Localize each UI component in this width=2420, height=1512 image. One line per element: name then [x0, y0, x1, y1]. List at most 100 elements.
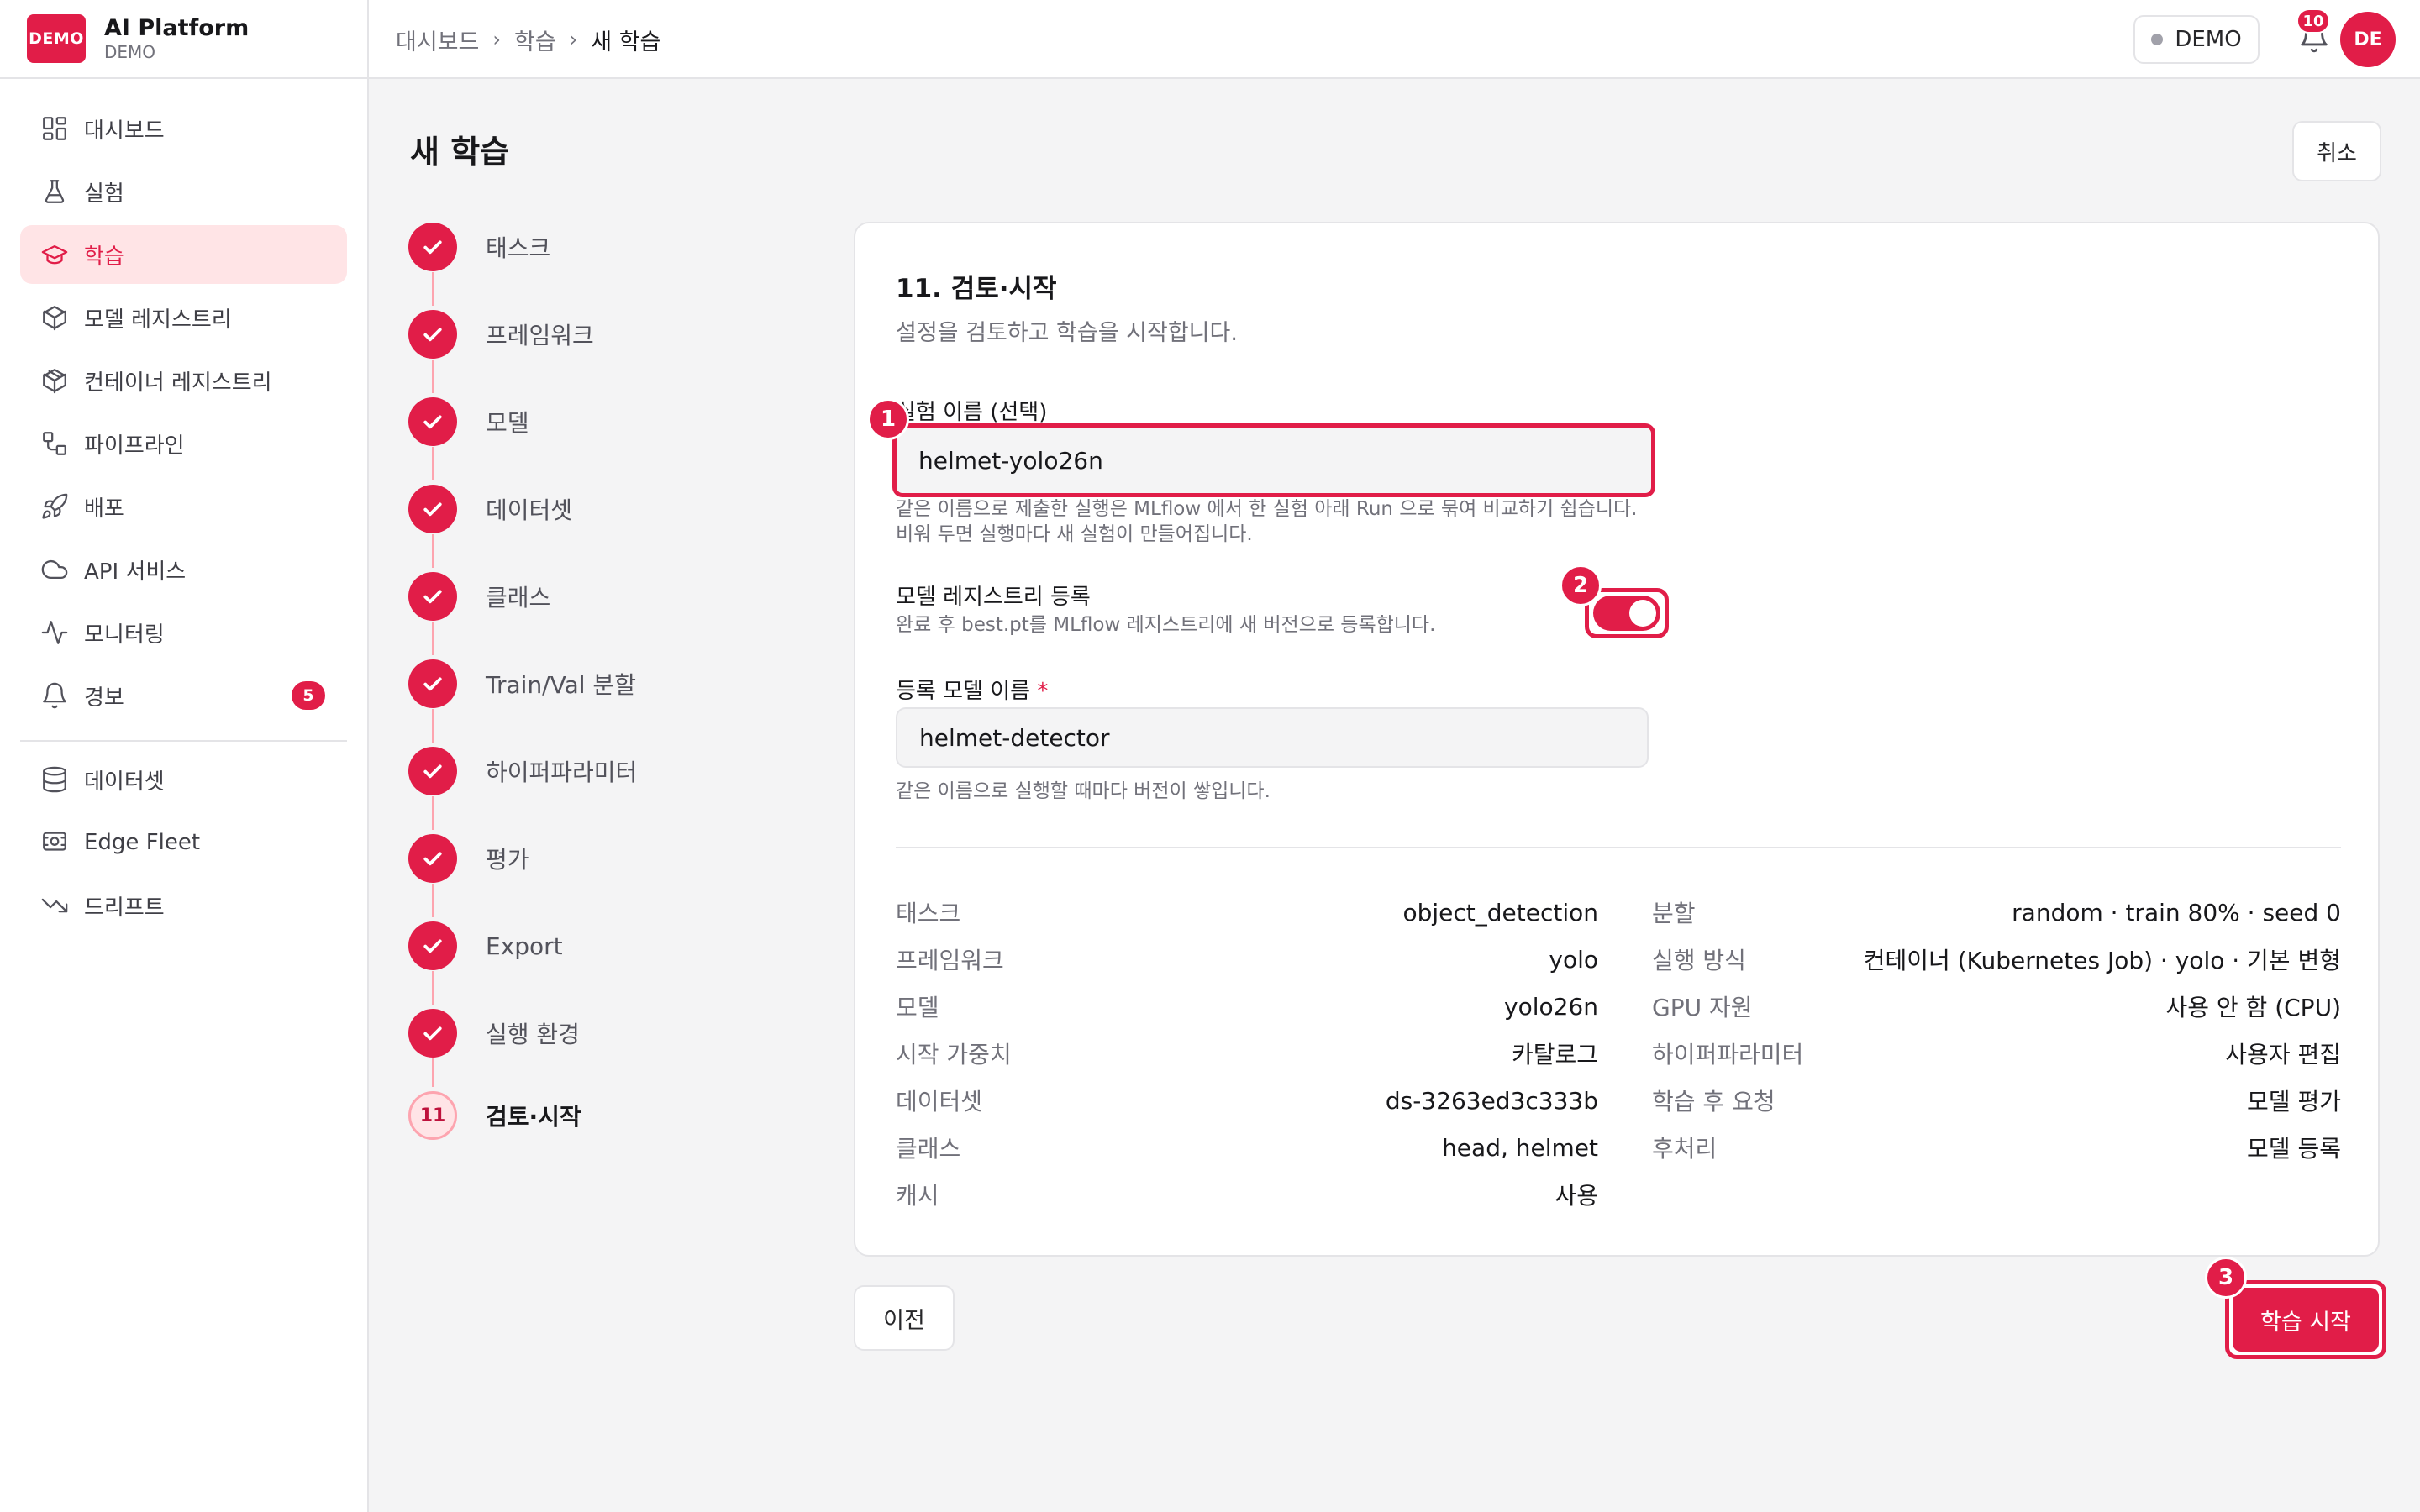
- experiment-name-input[interactable]: helmet-yolo26n: [892, 423, 1655, 497]
- sidebar-item-a2[interactable]: 학습: [20, 225, 347, 284]
- sidebar-item-a8[interactable]: 모니터링: [20, 603, 347, 662]
- brand-name: AI Platform: [104, 15, 250, 41]
- experiment-hint-1: 같은 이름으로 제출한 실행은 MLflow 에서 한 실험 아래 Run 으로…: [896, 498, 1638, 520]
- step-label: 태스크: [486, 234, 551, 262]
- flask-icon: [40, 177, 69, 206]
- step-connector: [432, 360, 434, 393]
- step-5[interactable]: 클래스: [408, 571, 550, 622]
- summary-row: 캐시 사용: [896, 1171, 1598, 1218]
- sidebar-nav: 대시보드실험 학습 모델 레지스트리컨테이너 레지스트리파이프라인배포 API 서비스…: [0, 79, 367, 935]
- sidebar-item-b0[interactable]: 데이터셋: [20, 750, 347, 809]
- cancel-button[interactable]: 취소: [2292, 121, 2381, 181]
- summary-left: 태스크 object_detection 프레임워크 yolo 모델 yolo26n 시작 …: [896, 889, 1598, 1218]
- sidebar-item-a0[interactable]: 대시보드: [20, 99, 347, 158]
- sidebar-item-a5[interactable]: 파이프라인: [20, 414, 347, 473]
- step-4[interactable]: 데이터셋: [408, 484, 572, 534]
- step-2[interactable]: 프레임워크: [408, 309, 594, 360]
- step-connector: [432, 971, 434, 1005]
- sidebar-item-a1[interactable]: 실험: [20, 162, 347, 221]
- check-icon: [408, 921, 457, 970]
- step-label: 검토·시작: [486, 1103, 581, 1131]
- step-label: 실행 환경: [486, 1021, 580, 1048]
- experiment-name-label: 실험 이름 (선택): [896, 400, 1048, 425]
- summary-value: 모델 등록: [2247, 1135, 2341, 1163]
- check-icon: [408, 223, 457, 271]
- summary-row: 시작 가중치 카탈로그: [896, 1030, 1598, 1077]
- step-11[interactable]: 11 검토·시작: [408, 1090, 581, 1141]
- step-3[interactable]: 모델: [408, 396, 529, 447]
- summary-key: 실행 방식: [1652, 947, 1746, 974]
- step-9[interactable]: Export: [408, 921, 563, 971]
- dashboard-icon: [40, 114, 69, 143]
- page-title: 새 학습: [410, 134, 510, 171]
- sidebar-item-label: Edge Fleet: [84, 830, 201, 855]
- step-1[interactable]: 태스크: [408, 222, 550, 272]
- summary-value: 사용자 편집: [2225, 1041, 2341, 1068]
- breadcrumb-dashboard[interactable]: 대시보드: [396, 24, 479, 56]
- rocket-icon: [40, 492, 69, 521]
- review-subtitle: 설정을 검토하고 학습을 시작합니다.: [896, 320, 1238, 346]
- summary-row: 데이터셋 ds-3263ed3c333b: [896, 1077, 1598, 1124]
- summary-key: 분할: [1652, 900, 1696, 927]
- step-label: 클래스: [486, 584, 551, 612]
- sidebar-item-label: 대시보드: [84, 118, 165, 144]
- sidebar-item-label: 파이프라인: [84, 433, 185, 459]
- step-connector: [432, 447, 434, 480]
- sidebar-item-a4[interactable]: 컨테이너 레지스트리: [20, 351, 347, 410]
- check-icon: [408, 834, 457, 883]
- model-name-label-text: 등록 모델 이름: [896, 679, 1031, 704]
- summary-value: ds-3263ed3c333b: [1385, 1086, 1598, 1115]
- sidebar-item-b2[interactable]: 드리프트: [20, 876, 347, 935]
- required-mark: *: [1037, 679, 1049, 704]
- breadcrumb-training[interactable]: 학습: [514, 24, 556, 56]
- review-card: 11. 검토·시작 설정을 검토하고 학습을 시작합니다. 실험 이름 (선택)…: [854, 222, 2380, 1257]
- pipeline-icon: [40, 429, 69, 458]
- sidebar-item-a7[interactable]: API 서비스: [20, 540, 347, 599]
- trend-down-icon: [40, 891, 69, 920]
- summary-value: yolo26n: [1504, 992, 1598, 1021]
- step-label: 프레임워크: [486, 322, 594, 349]
- sidebar-item-a3[interactable]: 모델 레지스트리: [20, 288, 347, 347]
- summary-key: 후처리: [1652, 1135, 1718, 1163]
- summary-key: 프레임워크: [896, 947, 1004, 974]
- sidebar-item-label: 모니터링: [84, 622, 165, 648]
- sidebar-item-a6[interactable]: 배포: [20, 477, 347, 536]
- step-10[interactable]: 실행 환경: [408, 1008, 580, 1058]
- check-icon: [408, 1009, 457, 1058]
- step-7[interactable]: 하이퍼파라미터: [408, 746, 637, 796]
- summary-value: 모델 평가: [2247, 1088, 2341, 1116]
- summary-divider: [896, 847, 2341, 848]
- brand[interactable]: DEMO AI Platform DEMO: [0, 0, 367, 79]
- step-label: 데이터셋: [486, 496, 573, 524]
- start-training-button[interactable]: 학습 시작: [2233, 1288, 2379, 1352]
- step-label: Train/Val 분할: [486, 671, 636, 699]
- sidebar-item-b1[interactable]: Edge Fleet: [20, 813, 347, 872]
- alert-count-badge: 5: [292, 681, 325, 710]
- summary-value: object_detection: [1402, 898, 1598, 927]
- bell-icon: [40, 681, 69, 710]
- summary-value: 사용: [1555, 1182, 1598, 1210]
- step-connector: [432, 796, 434, 830]
- model-name-input[interactable]: helmet-detector: [896, 707, 1649, 768]
- step-6[interactable]: Train/Val 분할: [408, 659, 636, 709]
- env-badge[interactable]: DEMO: [2133, 15, 2260, 64]
- summary-row: 실행 방식 컨테이너 (Kubernetes Job) · yolo · 기본 변…: [1652, 936, 2341, 983]
- summary-value: yolo: [1549, 945, 1598, 974]
- step-8[interactable]: 평가: [408, 833, 529, 884]
- summary-row: 후처리 모델 등록: [1652, 1124, 2341, 1171]
- chevron-right-icon: ›: [492, 28, 501, 51]
- cube-icon: [40, 303, 69, 332]
- summary-row: 태스크 object_detection: [896, 889, 1598, 936]
- breadcrumb: 대시보드 › 학습 › 새 학습: [396, 0, 660, 79]
- summary-row: 하이퍼파라미터 사용자 편집: [1652, 1030, 2341, 1077]
- notification-count: 10: [2296, 8, 2330, 34]
- prev-button[interactable]: 이전: [854, 1285, 955, 1351]
- annotation-marker-3: 3: [2205, 1257, 2247, 1299]
- sidebar-item-label: 컨테이너 레지스트리: [84, 370, 272, 396]
- sidebar-item-a9[interactable]: 경보 5: [20, 666, 347, 725]
- avatar[interactable]: DE: [2340, 12, 2396, 67]
- summary-row: 모델 yolo26n: [896, 983, 1598, 1030]
- model-name-label: 등록 모델 이름 *: [896, 674, 1048, 705]
- step-connector: [432, 1058, 434, 1087]
- summary-key: GPU 자원: [1652, 994, 1753, 1021]
